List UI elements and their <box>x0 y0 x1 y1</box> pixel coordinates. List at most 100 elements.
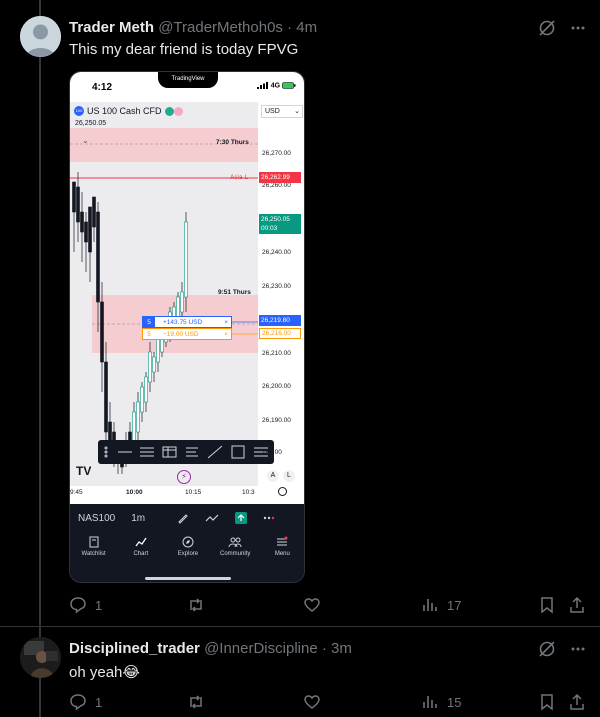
price-tick: 180.00 <box>262 449 282 456</box>
settings-icon[interactable] <box>278 487 287 496</box>
header-icons <box>538 640 586 658</box>
reply-button[interactable]: 1 <box>69 693 102 711</box>
indicators-icon[interactable] <box>205 512 219 524</box>
more-icon[interactable] <box>570 641 586 657</box>
nav-community[interactable]: Community <box>212 536 258 557</box>
retweet-button[interactable] <box>187 693 213 711</box>
tweet-text: oh yeah😂 <box>69 664 140 681</box>
symbol-short[interactable]: NAS100 <box>78 513 115 524</box>
like-button[interactable] <box>303 596 329 614</box>
like-button[interactable] <box>303 693 329 711</box>
reply-count: 1 <box>95 694 103 710</box>
display-name[interactable]: Trader Meth <box>69 19 154 36</box>
last-price: 26,250.05 <box>75 120 107 127</box>
bookmark-button[interactable] <box>538 596 556 614</box>
bookmark-icon <box>541 694 553 711</box>
pencil-icon[interactable] <box>177 512 189 524</box>
tweet-1[interactable]: Trader Meth @TraderMethoh0s · 4m This my… <box>0 0 600 626</box>
price-tick: 26,230.00 <box>262 283 291 290</box>
bar-countdown: 00:03 <box>261 225 278 232</box>
display-name[interactable]: Disciplined_trader <box>69 640 200 657</box>
candle-body <box>80 211 84 233</box>
candle-body <box>76 186 80 223</box>
session-label-730: 7:30 Thurs <box>216 139 249 146</box>
price-tick: 26,240.00 <box>262 249 291 256</box>
timestamp[interactable]: · 4m <box>287 19 317 36</box>
chart-icon <box>135 537 147 547</box>
candle-body <box>156 336 160 363</box>
share-button[interactable] <box>568 596 586 614</box>
more-options-icon[interactable] <box>263 512 275 524</box>
reply-button[interactable]: 1 <box>69 596 102 614</box>
candle-body <box>144 376 148 403</box>
cancel-order-icon[interactable]: × <box>224 331 228 338</box>
nav-chart[interactable]: Chart <box>118 536 164 557</box>
symbol-toolbar: NAS100 1m <box>78 512 275 524</box>
time-tick-2: 10:15 <box>185 489 202 496</box>
order-pnl: −19.00 USD <box>163 330 199 338</box>
app-bottom-bar: NAS100 1m Watchlist Chart Explore Commun… <box>70 504 304 582</box>
price-axis[interactable]: 26,270.00 26,260.00 26,240.00 26,230.00 26,2… <box>260 102 304 486</box>
interval[interactable]: 1m <box>131 513 145 524</box>
grok-icon[interactable] <box>538 640 556 658</box>
candle-body <box>104 361 108 433</box>
more-icon[interactable] <box>570 20 586 36</box>
user-photo-icon <box>20 637 61 678</box>
network-type: 4G <box>270 82 281 90</box>
grok-icon[interactable] <box>538 19 556 37</box>
candle-body <box>184 221 188 298</box>
avatar-default[interactable] <box>20 16 61 57</box>
order-tag[interactable]: 5 −19.00 USD × <box>142 328 232 340</box>
time-tick-0: 9:45 <box>70 489 83 496</box>
attached-image[interactable]: 4:12 TradingView 4G 100 US 100 Cash CFD … <box>69 71 305 583</box>
views-button[interactable]: 17 <box>421 596 461 614</box>
nav-label: Menu <box>274 551 290 557</box>
user-handle[interactable]: @TraderMethoh0s <box>158 19 283 36</box>
symbol-logo-icon: 100 <box>74 106 84 116</box>
user-handle[interactable]: @InnerDiscipline <box>204 640 318 657</box>
bookmark-button[interactable] <box>538 693 556 711</box>
watchlist-icon <box>89 536 99 548</box>
retweet-icon <box>190 598 202 612</box>
price-tick: 26,210.00 <box>262 350 291 357</box>
price-tick: 26,190.00 <box>262 417 291 424</box>
chart-area[interactable]: 100 US 100 Cash CFD 26,250.05 ⌄ USD ⌄ 7:3… <box>70 102 304 504</box>
heart-icon <box>304 598 320 612</box>
tweet-header: Trader Meth @TraderMethoh0s · 4m <box>69 19 317 36</box>
compass-icon <box>182 536 194 548</box>
nav-label: Community <box>219 551 251 557</box>
nav-menu[interactable]: Menu <box>259 536 304 557</box>
nav-watchlist[interactable]: Watchlist <box>71 536 117 557</box>
candle-body <box>132 411 136 443</box>
candle-body <box>180 291 184 313</box>
trade-icon[interactable] <box>235 512 248 524</box>
auto-scale-button[interactable]: A <box>267 470 279 482</box>
dynamic-island-label: TradingView <box>158 72 218 88</box>
default-avatar-icon <box>20 16 61 57</box>
close-position-icon[interactable]: × <box>224 319 228 326</box>
market-status-icon <box>164 106 174 116</box>
time-tick-3: 10:3 <box>242 489 255 496</box>
reply-icon <box>70 597 86 614</box>
community-icon <box>228 537 242 548</box>
collapse-chevron-icon[interactable]: ⌄ <box>82 136 89 145</box>
views-icon <box>423 696 437 708</box>
avatar-user[interactable] <box>20 637 61 678</box>
current-price: 26,250.05 <box>261 216 290 223</box>
nav-explore[interactable]: Explore <box>165 536 211 557</box>
candle-body <box>100 301 104 363</box>
share-button[interactable] <box>568 693 586 711</box>
log-scale-button[interactable]: L <box>283 470 295 482</box>
retweet-button[interactable] <box>187 596 213 614</box>
nav-label: Explore <box>177 551 199 557</box>
symbol-header[interactable]: 100 US 100 Cash CFD <box>74 106 183 116</box>
share-icon <box>570 596 584 613</box>
views-button[interactable]: 15 <box>421 693 461 711</box>
timestamp[interactable]: · 3m <box>322 640 352 657</box>
tweet-2[interactable]: Disciplined_trader @InnerDiscipline · 3m… <box>0 627 600 717</box>
long-position-tag[interactable]: 5 +143.75 USD × <box>142 316 232 328</box>
flash-icon[interactable]: ⚡ <box>177 470 191 484</box>
signal-bars-icon <box>256 82 268 89</box>
views-icon <box>423 599 437 611</box>
phone-time: 4:12 <box>92 82 113 93</box>
